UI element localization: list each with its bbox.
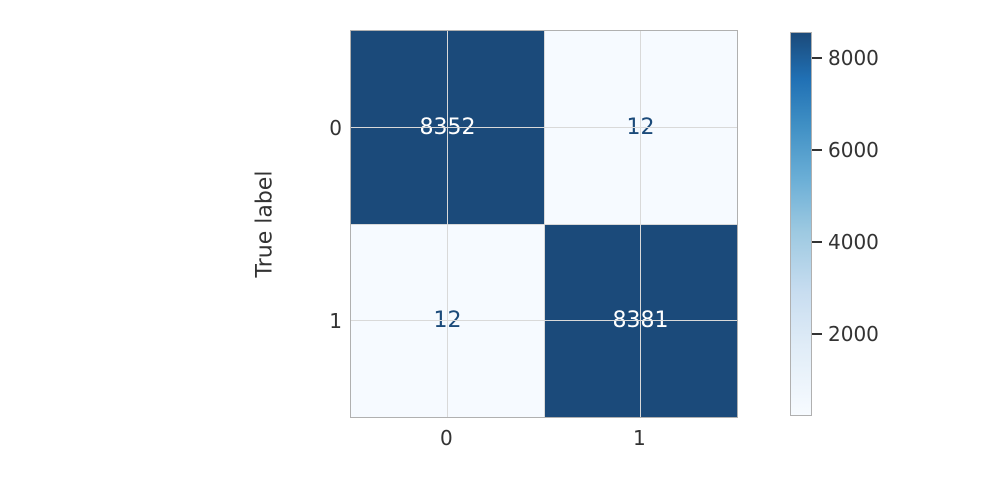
x-tick-1: 1 <box>633 426 646 450</box>
chart-stage: True label 0 1 8352 12 12 8381 0 1 8000 … <box>0 0 1000 500</box>
grid-line <box>351 224 737 225</box>
colorbar-tick-label: 4000 <box>828 230 879 254</box>
colorbar-tick-label: 2000 <box>828 322 879 346</box>
colorbar-tick <box>812 333 822 335</box>
colorbar <box>790 32 812 416</box>
grid-line <box>351 320 737 321</box>
colorbar-tick-label: 8000 <box>828 46 879 70</box>
colorbar-tick <box>812 149 822 151</box>
y-tick-0: 0 <box>312 116 342 140</box>
colorbar-tick <box>812 241 822 243</box>
grid-line <box>351 127 737 128</box>
y-axis-label: True label <box>253 171 278 278</box>
x-tick-0: 0 <box>440 426 453 450</box>
confusion-matrix-heatmap: 8352 12 12 8381 <box>350 30 738 418</box>
colorbar-tick <box>812 57 822 59</box>
colorbar-tick-label: 6000 <box>828 138 879 162</box>
y-tick-1: 1 <box>312 309 342 333</box>
